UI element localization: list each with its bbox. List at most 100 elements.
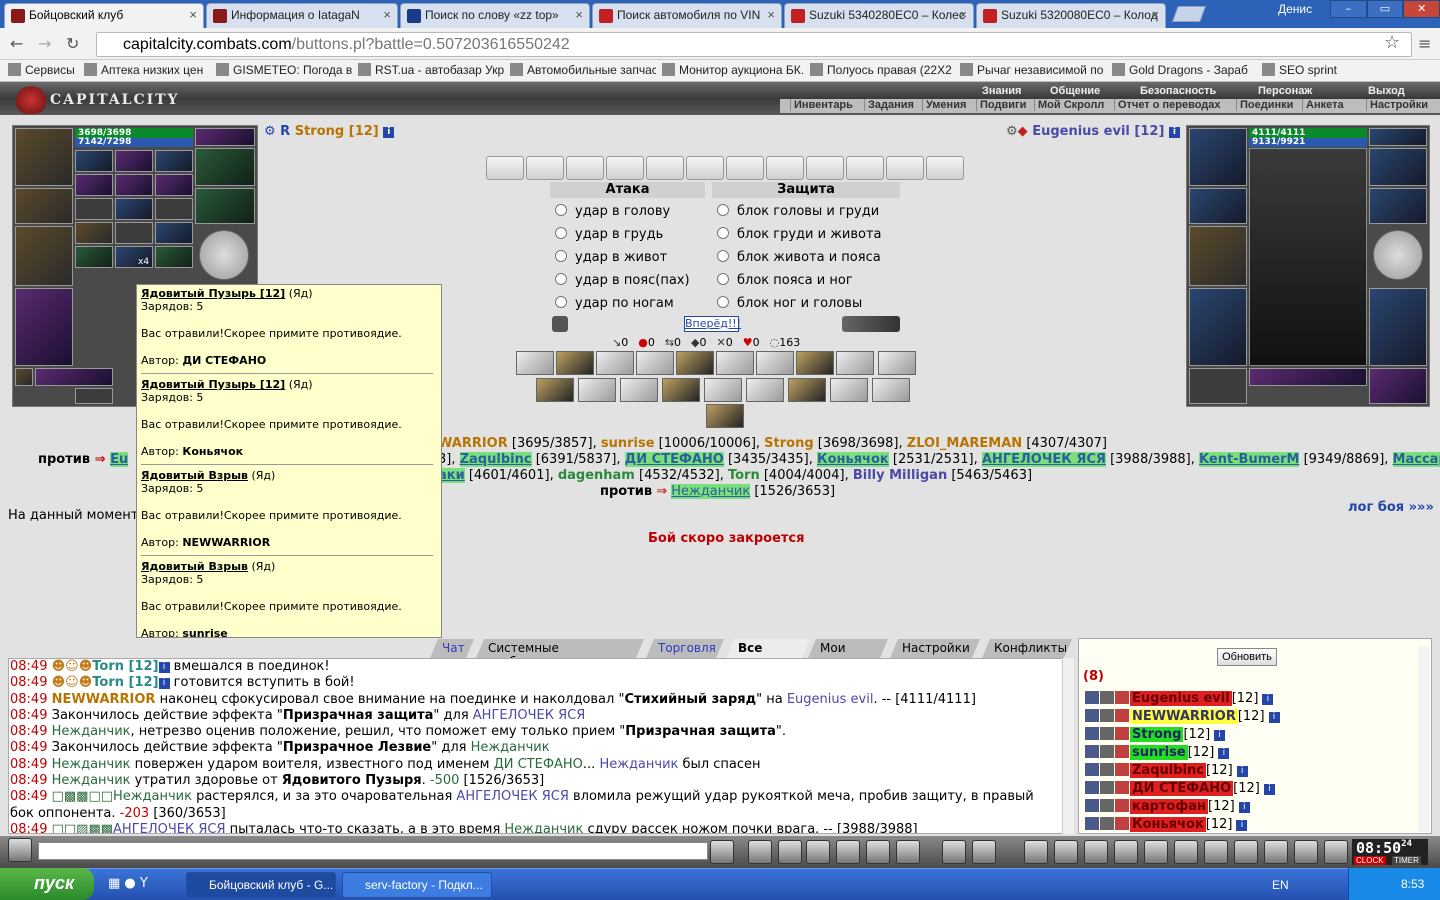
attack-option[interactable]: удар в живот — [555, 250, 667, 265]
toolbar-button[interactable] — [972, 840, 996, 864]
toolbar-button[interactable] — [866, 840, 890, 864]
player-name[interactable]: NEWWARRIOR — [1130, 709, 1238, 724]
gear-icon[interactable] — [552, 316, 568, 332]
online-player[interactable]: sunrise [12] i — [1085, 745, 1230, 762]
spell-slot[interactable] — [75, 198, 113, 220]
armor-slot[interactable] — [15, 188, 73, 224]
scroll-slot[interactable] — [846, 156, 884, 180]
info-icon[interactable]: i — [1238, 802, 1250, 813]
belt-slot[interactable] — [1189, 368, 1247, 404]
game-menu-item[interactable]: Общение — [1050, 85, 1100, 97]
defense-option[interactable]: блок пояса и ног — [717, 273, 853, 288]
game-menu-item[interactable]: Умения — [922, 99, 966, 111]
online-player[interactable]: Коньячок [12] i — [1085, 817, 1248, 834]
browser-tab[interactable]: Suzuki 5340280EC0 – Колес × — [784, 3, 974, 28]
effect-icon[interactable] — [830, 378, 868, 402]
online-player[interactable]: Strong [12] i — [1085, 727, 1226, 744]
fighter-name[interactable]: АНГЕЛОЧЕК ЯСЯ — [981, 452, 1106, 467]
chat-nick[interactable]: Нежданчик — [599, 757, 678, 772]
toolbar-button[interactable] — [710, 840, 734, 864]
chat-nick[interactable]: Нежданчик — [113, 789, 192, 804]
chat-tab[interactable]: Мои логи — [808, 639, 888, 658]
chat-time[interactable]: 08:49 — [10, 708, 47, 723]
effect-icon[interactable] — [536, 378, 574, 402]
toolbar-button[interactable] — [1084, 840, 1108, 864]
attack-option[interactable]: удар в голову — [555, 204, 670, 219]
bookmark-item[interactable]: RST.ua - автобазар Укр — [358, 63, 504, 77]
fighter-name[interactable]: Strong — [764, 436, 813, 451]
task-browser[interactable]: Бойцовский клуб - G... — [186, 872, 336, 898]
online-player[interactable]: Eugenius evil [12] i — [1085, 691, 1274, 708]
spell-slot[interactable] — [75, 174, 113, 196]
chat-time[interactable]: 08:49 — [10, 692, 47, 707]
radio-button[interactable] — [717, 273, 729, 285]
info-icon[interactable]: i — [1268, 712, 1280, 723]
chat-nick[interactable]: □□▨▩▩ — [52, 822, 113, 833]
effect-icon[interactable] — [836, 351, 874, 375]
ring-slot[interactable] — [195, 148, 255, 186]
empty-shield-slot[interactable] — [199, 230, 249, 280]
chat-nick[interactable]: Eugenius evil — [787, 692, 874, 707]
chat-time[interactable]: 08:49 — [10, 740, 47, 755]
fighter-name[interactable]: Billy Milligan — [853, 468, 947, 483]
tray-clock[interactable]: 8:53 — [1401, 877, 1424, 891]
bookmark-item[interactable]: SEO sprint — [1262, 63, 1337, 77]
chat-nick[interactable]: Torn [12] — [92, 675, 158, 690]
effect-icon[interactable] — [706, 404, 744, 428]
effect-name[interactable]: Ядовитый Пузырь [12] — [141, 378, 285, 391]
attack-option[interactable]: удар в грудь — [555, 227, 663, 242]
chat-time[interactable]: 08:49 — [10, 659, 47, 674]
chat-nick[interactable]: АНГЕЛОЧЕК ЯСЯ — [473, 708, 585, 723]
scroll-slot[interactable] — [646, 156, 684, 180]
fighter-name[interactable]: Массар- — [1392, 452, 1440, 467]
fighter-name[interactable]: ZLOI_MAREMAN — [907, 436, 1022, 451]
bookmark-item[interactable]: Монитор аукциона БК. — [662, 63, 804, 77]
battle-log-link[interactable]: лог боя »»» — [1348, 500, 1434, 515]
game-menu-item[interactable]: Инвентарь — [790, 99, 853, 111]
toolbar-button[interactable] — [1024, 840, 1048, 864]
close-tab-icon[interactable]: × — [959, 7, 967, 22]
spell-slot[interactable] — [155, 150, 193, 172]
info-icon[interactable]: i — [1263, 784, 1275, 795]
amulet-slot[interactable] — [195, 128, 255, 146]
radio-button[interactable] — [717, 296, 729, 308]
strategy-icons[interactable] — [842, 316, 900, 332]
online-player[interactable]: Zaqulbinc [12] i — [1085, 763, 1248, 780]
toolbar-button[interactable] — [806, 840, 830, 864]
game-menu-item[interactable]: Анкета — [1302, 99, 1344, 111]
close-tab-icon[interactable]: × — [575, 7, 583, 22]
star-icon[interactable]: ☆ — [1384, 32, 1400, 53]
chat-menu-icon[interactable] — [8, 838, 32, 862]
effect-icon[interactable] — [516, 351, 554, 375]
browser-tab[interactable]: Поиск автомобиля по VIN × — [592, 3, 782, 28]
forward-button[interactable]: Вперёд!!! — [684, 316, 741, 332]
empty-shield-slot[interactable] — [1373, 230, 1423, 280]
effect-icon[interactable] — [620, 378, 658, 402]
effect-icon[interactable] — [556, 351, 594, 375]
browser-tab[interactable]: Информация о IatagaN × — [206, 3, 398, 28]
chat-nick[interactable]: АНГЕЛОЧЕК ЯСЯ — [113, 822, 225, 833]
ring-slot[interactable] — [1369, 148, 1427, 186]
info-icon[interactable]: i — [1214, 730, 1226, 741]
boots-slot[interactable] — [1369, 288, 1427, 366]
radio-button[interactable] — [717, 250, 729, 262]
gloves-slot[interactable] — [195, 188, 255, 224]
game-menu-item[interactable]: Выход — [1368, 85, 1405, 97]
maximize-button[interactable]: ▭ — [1366, 0, 1404, 18]
chat-nick[interactable]: АНГЕЛОЧЕК ЯСЯ — [456, 789, 568, 804]
toolbar-button[interactable] — [1174, 840, 1198, 864]
minimize-button[interactable]: – — [1330, 0, 1367, 18]
bookmark-item[interactable]: Автомобильные запчас — [510, 63, 656, 77]
effect-name[interactable]: Ядовитый Взрыв — [141, 469, 248, 482]
menu-icon[interactable]: ≡ — [1418, 34, 1431, 53]
close-tab-icon[interactable]: × — [383, 7, 391, 22]
game-menu-item[interactable]: Поединки — [1236, 99, 1293, 111]
effect-icon[interactable] — [704, 378, 742, 402]
radio-button[interactable] — [717, 227, 729, 239]
close-tab-icon[interactable]: × — [767, 7, 775, 22]
radio-button[interactable] — [555, 273, 567, 285]
effect-icon[interactable] — [578, 378, 616, 402]
scroll-slot[interactable] — [886, 156, 924, 180]
toolbar-button[interactable] — [748, 840, 772, 864]
bookmark-item[interactable]: Gold Dragons - Зараб — [1112, 63, 1248, 77]
